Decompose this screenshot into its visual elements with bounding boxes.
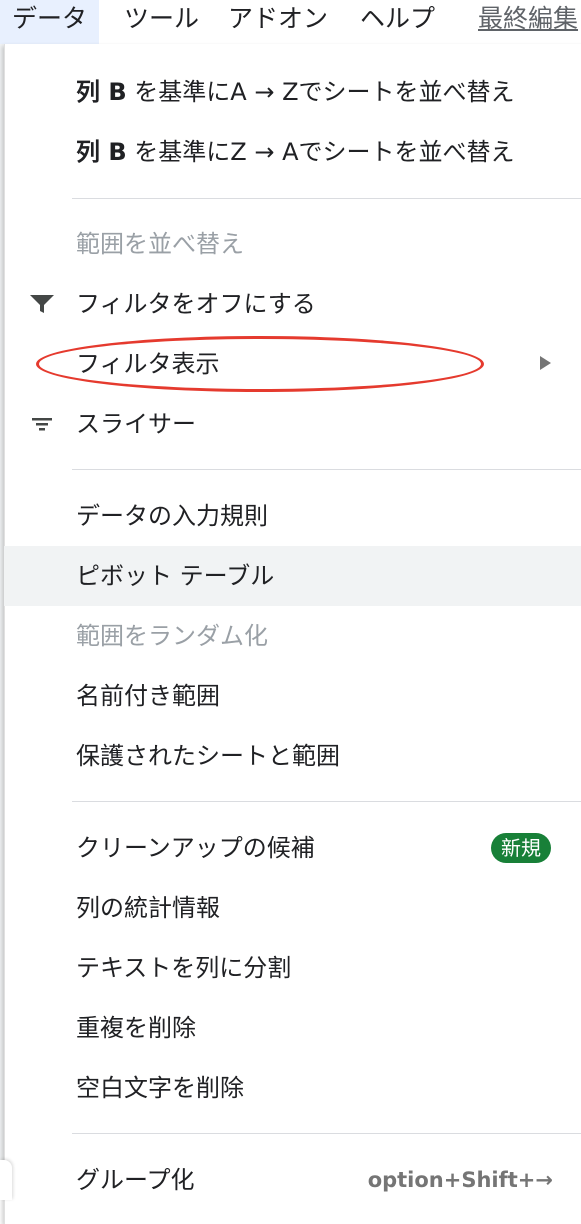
trim-whitespace-label: 空白文字を削除 bbox=[76, 1074, 244, 1102]
new-badge: 新規 bbox=[491, 833, 551, 863]
pivot-table-label: ピボット テーブル bbox=[76, 562, 275, 590]
menu-divider bbox=[72, 801, 581, 802]
menubar: データ ツール アドオン ヘルプ 最終編集 bbox=[0, 0, 581, 44]
turn-off-filter-item[interactable]: フィルタをオフにする bbox=[4, 274, 581, 334]
protected-sheets-label: 保護されたシートと範囲 bbox=[76, 742, 340, 770]
protected-sheets-item[interactable]: 保護されたシートと範囲 bbox=[4, 726, 581, 786]
sort-range-label: 範囲を並べ替え bbox=[76, 230, 244, 258]
sort-sheet-a-z-item[interactable]: 列 B を基準にA → Zでシートを並べ替え bbox=[4, 62, 581, 122]
side-panel-edge bbox=[0, 1160, 12, 1200]
data-validation-label: データの入力規則 bbox=[76, 502, 268, 530]
column-stats-item[interactable]: 列の統計情報 bbox=[4, 878, 581, 938]
pivot-table-item[interactable]: ピボット テーブル bbox=[4, 546, 581, 606]
group-label: グループ化 bbox=[76, 1166, 195, 1194]
split-text-to-columns-item[interactable]: テキストを列に分割 bbox=[4, 938, 581, 998]
remove-duplicates-label: 重複を削除 bbox=[76, 1014, 196, 1042]
slicer-label: スライサー bbox=[76, 410, 196, 438]
turn-off-filter-label: フィルタをオフにする bbox=[76, 290, 316, 318]
split-text-label: テキストを列に分割 bbox=[76, 954, 292, 982]
filter-views-label: フィルタ表示 bbox=[76, 350, 220, 378]
named-ranges-label: 名前付き範囲 bbox=[76, 682, 220, 710]
sort-range-item: 範囲を並べ替え bbox=[4, 214, 581, 274]
remove-duplicates-item[interactable]: 重複を削除 bbox=[4, 998, 581, 1058]
menu-tools[interactable]: ツール bbox=[124, 0, 199, 44]
slicer-icon bbox=[28, 412, 56, 436]
data-validation-item[interactable]: データの入力規則 bbox=[4, 486, 581, 546]
sort-sheet-a-z-label: 列 B を基準にA → Zでシートを並べ替え bbox=[76, 78, 515, 106]
cleanup-suggestions-item[interactable]: クリーンアップの候補 新規 bbox=[4, 818, 581, 878]
randomize-range-label: 範囲をランダム化 bbox=[76, 622, 268, 650]
menu-data[interactable]: データ bbox=[0, 0, 100, 44]
group-shortcut: option+Shift+→ bbox=[367, 1168, 553, 1192]
menu-divider bbox=[72, 1133, 581, 1134]
sort-sheet-z-a-item[interactable]: 列 B を基準にZ → Aでシートを並べ替え bbox=[4, 122, 581, 182]
menu-help[interactable]: ヘルプ bbox=[360, 0, 435, 44]
submenu-arrow-icon bbox=[540, 356, 551, 370]
filter-views-item[interactable]: フィルタ表示 bbox=[4, 334, 581, 394]
cleanup-suggestions-label: クリーンアップの候補 bbox=[76, 834, 315, 862]
named-ranges-item[interactable]: 名前付き範囲 bbox=[4, 666, 581, 726]
last-edit-link[interactable]: 最終編集 bbox=[478, 0, 578, 44]
menu-divider bbox=[72, 469, 581, 470]
filter-icon bbox=[28, 292, 56, 316]
menu-divider bbox=[72, 198, 581, 199]
trim-whitespace-item[interactable]: 空白文字を削除 bbox=[4, 1058, 581, 1118]
menu-addons[interactable]: アドオン bbox=[228, 0, 328, 44]
group-item[interactable]: グループ化 option+Shift+→ bbox=[4, 1150, 581, 1210]
slicer-item[interactable]: スライサー bbox=[4, 394, 581, 454]
randomize-range-item: 範囲をランダム化 bbox=[4, 606, 581, 666]
column-stats-label: 列の統計情報 bbox=[76, 894, 220, 922]
sort-sheet-z-a-label: 列 B を基準にZ → Aでシートを並べ替え bbox=[76, 138, 515, 166]
